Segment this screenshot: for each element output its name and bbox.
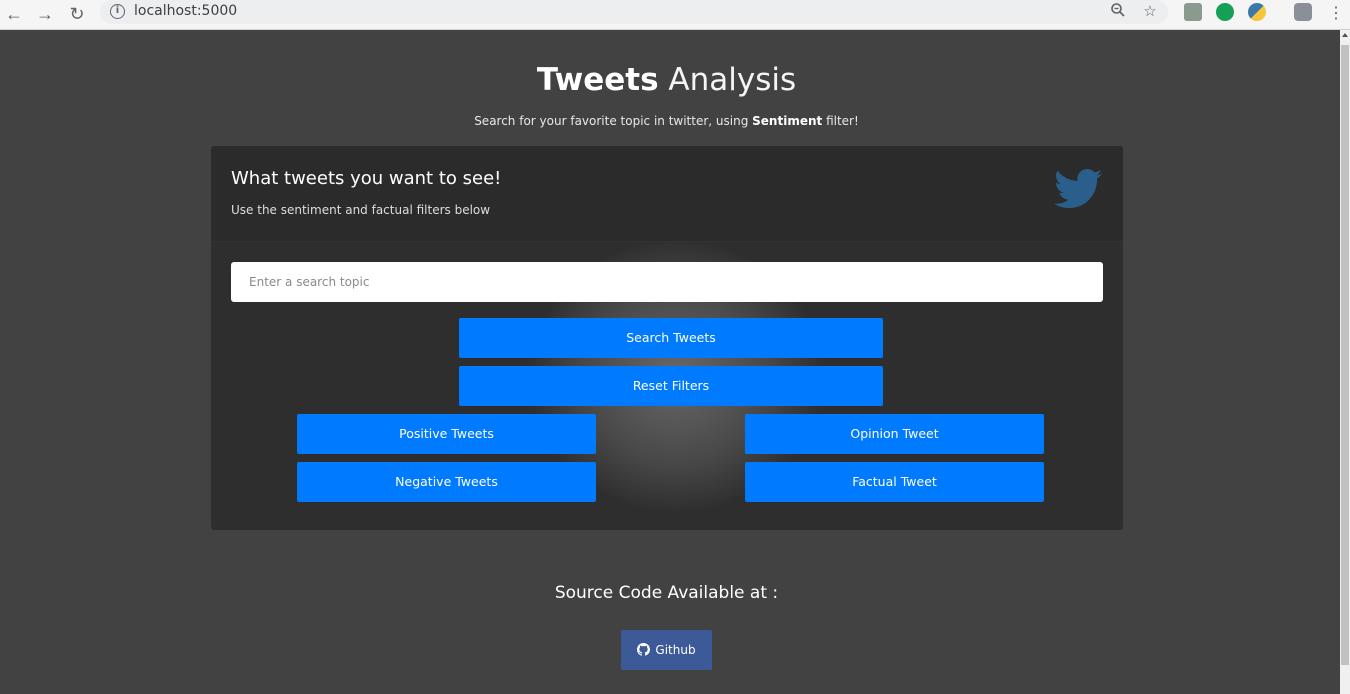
back-arrow-icon[interactable]: ← xyxy=(2,2,26,26)
forward-arrow-icon[interactable]: → xyxy=(33,2,57,26)
extension-icon[interactable] xyxy=(1184,3,1202,21)
star-icon[interactable]: ☆ xyxy=(1140,2,1160,22)
info-icon[interactable]: i xyxy=(110,4,125,19)
menu-icon[interactable]: ⋮ xyxy=(1324,2,1348,26)
factual-tweet-button[interactable]: Factual Tweet xyxy=(745,462,1044,502)
scroll-thumb[interactable] xyxy=(1341,45,1349,665)
page-title: Tweets Analysis xyxy=(0,62,1333,98)
scroll-up-icon[interactable] xyxy=(1342,33,1348,37)
grammarly-icon[interactable] xyxy=(1216,3,1234,21)
source-code-label: Source Code Available at : xyxy=(554,583,779,603)
reset-filters-button[interactable]: Reset Filters xyxy=(459,366,883,406)
title-light: Analysis xyxy=(668,62,797,98)
url-text[interactable]: localhost:5000 xyxy=(134,3,237,19)
card-header: What tweets you want to see! Use the sen… xyxy=(211,146,1123,242)
positive-tweets-button[interactable]: Positive Tweets xyxy=(297,414,596,454)
reload-icon[interactable]: ↻ xyxy=(65,2,89,26)
subtitle-bold: Sentiment xyxy=(752,114,823,128)
search-tweets-button[interactable]: Search Tweets xyxy=(459,318,883,358)
python-icon[interactable] xyxy=(1248,3,1266,21)
github-button[interactable]: Github xyxy=(621,630,712,670)
github-icon xyxy=(637,643,651,656)
browser-toolbar: ← → ↻ i localhost:5000 ☆ ⋮ xyxy=(0,0,1350,30)
page-scrollbar[interactable] xyxy=(1340,30,1350,694)
opinion-tweet-button[interactable]: Opinion Tweet xyxy=(745,414,1044,454)
subtitle-post: filter! xyxy=(822,114,859,128)
search-card: What tweets you want to see! Use the sen… xyxy=(211,146,1123,530)
title-bold: Tweets xyxy=(536,62,659,98)
profile-avatar[interactable] xyxy=(1294,3,1312,21)
zoom-icon[interactable] xyxy=(1108,2,1128,22)
github-label: Github xyxy=(655,643,696,657)
negative-tweets-button[interactable]: Negative Tweets xyxy=(297,462,596,502)
address-bar[interactable]: i localhost:5000 ☆ xyxy=(100,0,1168,24)
page-subtitle: Search for your favorite topic in twitte… xyxy=(0,114,1333,128)
search-input[interactable] xyxy=(231,262,1103,302)
subtitle-pre: Search for your favorite topic in twitte… xyxy=(474,114,753,128)
twitter-bird-icon xyxy=(1054,169,1102,208)
card-subtitle: Use the sentiment and factual filters be… xyxy=(231,203,491,217)
card-title: What tweets you want to see! xyxy=(231,168,502,189)
